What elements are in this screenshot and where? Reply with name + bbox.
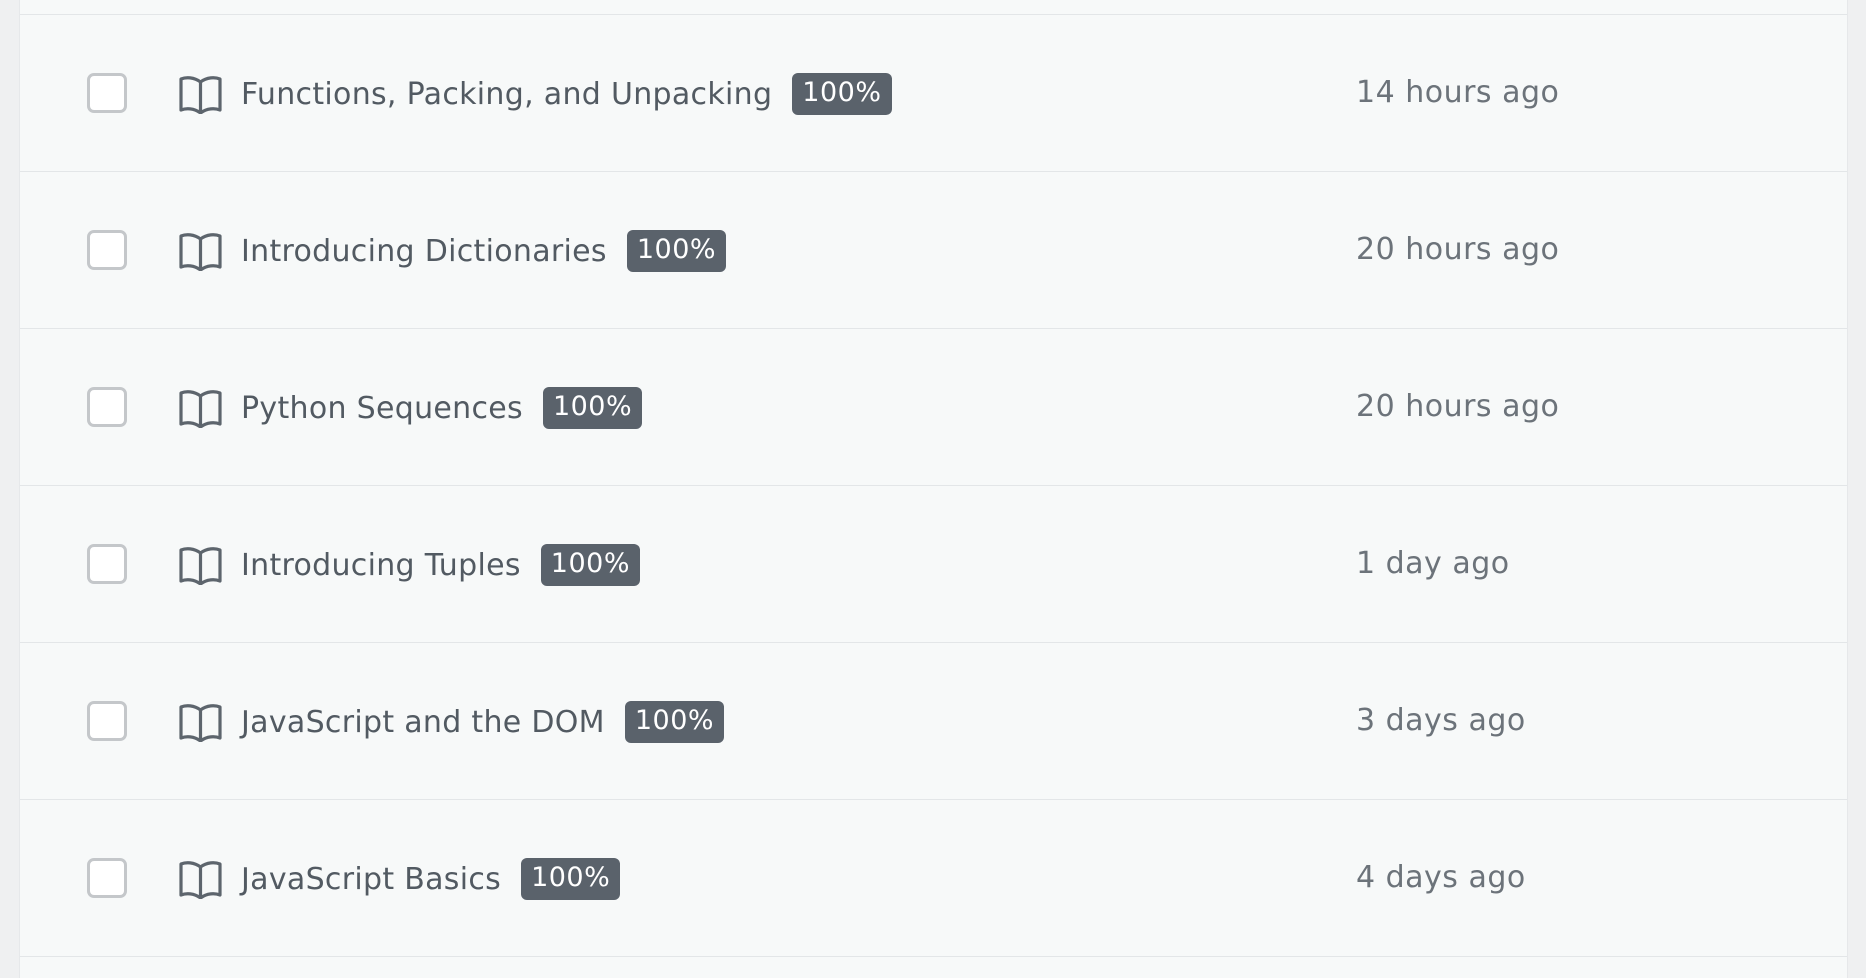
item-title-group: Introducing Tuples 100%: [241, 542, 640, 588]
course-history-panel: Functions, Packing, and Unpacking 100% 1…: [19, 0, 1848, 978]
item-title-group: JavaScript Basics 100%: [241, 856, 621, 902]
course-title-link[interactable]: Python Sequences: [241, 391, 523, 426]
item-title-group: Python Sequences 100%: [241, 385, 643, 431]
list-item: Introducing Tuples 100% 1 day ago: [20, 486, 1847, 643]
select-checkbox[interactable]: [87, 544, 127, 584]
list-item: Python Sequences 100% 20 hours ago: [20, 329, 1847, 486]
course-title-link[interactable]: Functions, Packing, and Unpacking: [241, 77, 772, 112]
progress-badge: 100%: [792, 73, 892, 115]
updated-time: 20 hours ago: [1356, 389, 1560, 424]
select-checkbox[interactable]: [87, 73, 127, 113]
progress-badge: 100%: [624, 701, 725, 743]
updated-time: 4 days ago: [1356, 860, 1526, 895]
updated-time: 1 day ago: [1356, 546, 1510, 581]
select-checkbox[interactable]: [87, 387, 127, 427]
progress-badge: 100%: [540, 544, 640, 586]
book-icon[interactable]: [178, 702, 223, 742]
select-checkbox[interactable]: [87, 701, 127, 741]
updated-time: 20 hours ago: [1356, 232, 1560, 267]
book-icon[interactable]: [178, 388, 223, 428]
course-title-link[interactable]: JavaScript and the DOM: [241, 705, 605, 740]
item-title-group: Functions, Packing, and Unpacking 100%: [241, 71, 892, 117]
item-title-group: Introducing Dictionaries 100%: [241, 228, 727, 274]
list-item: JavaScript and the DOM 100% 3 days ago: [20, 643, 1847, 800]
updated-time: 14 hours ago: [1356, 75, 1560, 110]
list-item: JavaScript Basics 100% 4 days ago: [20, 800, 1847, 957]
progress-badge: 100%: [626, 230, 727, 272]
book-icon[interactable]: [178, 231, 223, 271]
course-title-link[interactable]: Introducing Dictionaries: [241, 234, 607, 269]
progress-badge: 100%: [542, 387, 643, 429]
book-icon[interactable]: [178, 545, 223, 585]
item-title-group: JavaScript and the DOM 100%: [241, 699, 725, 745]
updated-time: 3 days ago: [1356, 703, 1526, 738]
course-title-link[interactable]: Introducing Tuples: [241, 548, 521, 583]
book-icon[interactable]: [178, 859, 223, 899]
list-item: Introducing Dictionaries 100% 20 hours a…: [20, 172, 1847, 329]
select-checkbox[interactable]: [87, 858, 127, 898]
course-title-link[interactable]: JavaScript Basics: [241, 862, 501, 897]
book-icon[interactable]: [178, 74, 223, 114]
list-item: Functions, Packing, and Unpacking 100% 1…: [20, 15, 1847, 172]
progress-badge: 100%: [521, 858, 621, 900]
select-checkbox[interactable]: [87, 230, 127, 270]
course-list: Functions, Packing, and Unpacking 100% 1…: [20, 15, 1847, 957]
